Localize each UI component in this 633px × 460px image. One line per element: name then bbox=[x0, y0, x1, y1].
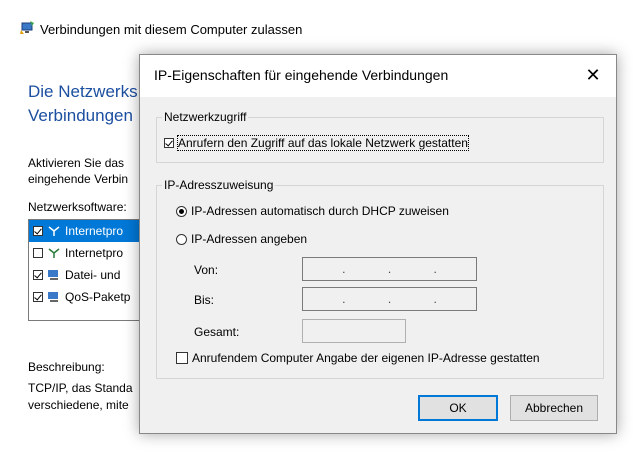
ip-separator: . bbox=[433, 292, 437, 306]
background-description-line1: Aktivieren Sie das bbox=[28, 156, 125, 170]
beschreibung-text-line1: TCP/IP, das Standa bbox=[28, 381, 133, 395]
background-window-title: Verbindungen mit diesem Computer zulasse… bbox=[40, 22, 303, 37]
network-computer-icon bbox=[20, 20, 36, 36]
list-item-label: Internetpro bbox=[65, 224, 124, 238]
bis-label: Bis: bbox=[194, 293, 215, 307]
allow-lan-access-row[interactable]: Anrufern den Zugriff auf das lokale Netz… bbox=[164, 135, 469, 151]
checkbox[interactable] bbox=[33, 292, 43, 302]
background-heading-line1: Die Netzwerks bbox=[28, 82, 138, 101]
network-service-icon bbox=[47, 291, 61, 303]
caller-ip-checkbox[interactable] bbox=[176, 352, 188, 364]
close-icon[interactable]: ✕ bbox=[582, 64, 604, 86]
network-protocol-icon bbox=[47, 225, 61, 237]
checkbox[interactable] bbox=[33, 270, 43, 280]
list-item-label: QoS-Paketp bbox=[65, 290, 131, 304]
list-item-label: Internetpro bbox=[65, 246, 124, 260]
background-heading-line2: Verbindungen bbox=[28, 106, 133, 125]
caller-ip-row[interactable]: Anrufendem Computer Angabe der eigenen I… bbox=[176, 351, 540, 365]
dhcp-radio-row[interactable]: IP-Adressen automatisch durch DHCP zuwei… bbox=[176, 204, 449, 218]
checkbox[interactable] bbox=[33, 248, 43, 258]
dhcp-radio[interactable] bbox=[176, 205, 187, 217]
list-item-label: Datei- und bbox=[65, 268, 121, 282]
network-service-icon bbox=[47, 269, 61, 281]
beschreibung-text-line2: verschiedene, mite bbox=[28, 398, 129, 412]
gesamt-field bbox=[302, 319, 406, 343]
dialog-title: IP-Eigenschaften für eingehende Verbindu… bbox=[154, 67, 449, 83]
ip-separator: . bbox=[433, 262, 437, 276]
checkbox[interactable] bbox=[33, 226, 43, 236]
network-access-legend: Netzwerkzugriff bbox=[162, 110, 249, 124]
network-software-label: Netzwerksoftware: bbox=[28, 200, 127, 214]
ip-separator: . bbox=[387, 292, 392, 306]
ip-separator: . bbox=[387, 262, 392, 276]
bis-ip-input[interactable]: . . . bbox=[302, 287, 477, 311]
network-protocol-icon bbox=[47, 247, 61, 259]
dhcp-radio-label[interactable]: IP-Adressen automatisch durch DHCP zuwei… bbox=[191, 204, 449, 218]
caller-ip-label[interactable]: Anrufendem Computer Angabe der eigenen I… bbox=[192, 351, 540, 365]
dialog-titlebar: IP-Eigenschaften für eingehende Verbindu… bbox=[140, 55, 616, 97]
beschreibung-label: Beschreibung: bbox=[28, 360, 105, 374]
ok-button[interactable]: OK bbox=[418, 395, 498, 421]
specify-ip-radio-label[interactable]: IP-Adressen angeben bbox=[191, 232, 307, 246]
gesamt-label: Gesamt: bbox=[194, 325, 240, 339]
allow-lan-access-label[interactable]: Anrufern den Zugriff auf das lokale Netz… bbox=[177, 135, 469, 151]
ip-properties-dialog: IP-Eigenschaften für eingehende Verbindu… bbox=[139, 54, 617, 434]
specify-ip-radio[interactable] bbox=[176, 233, 187, 245]
von-label: Von: bbox=[194, 263, 219, 277]
von-ip-input[interactable]: . . . bbox=[302, 257, 477, 281]
allow-lan-access-checkbox[interactable] bbox=[164, 138, 174, 148]
ip-separator: . bbox=[342, 292, 346, 306]
ip-separator: . bbox=[342, 262, 346, 276]
specify-ip-radio-row[interactable]: IP-Adressen angeben bbox=[176, 232, 307, 246]
background-description-line2: eingehende Verbin bbox=[28, 172, 129, 186]
cancel-button[interactable]: Abbrechen bbox=[510, 395, 598, 421]
ip-assignment-legend: IP-Adresszuweisung bbox=[162, 178, 276, 192]
